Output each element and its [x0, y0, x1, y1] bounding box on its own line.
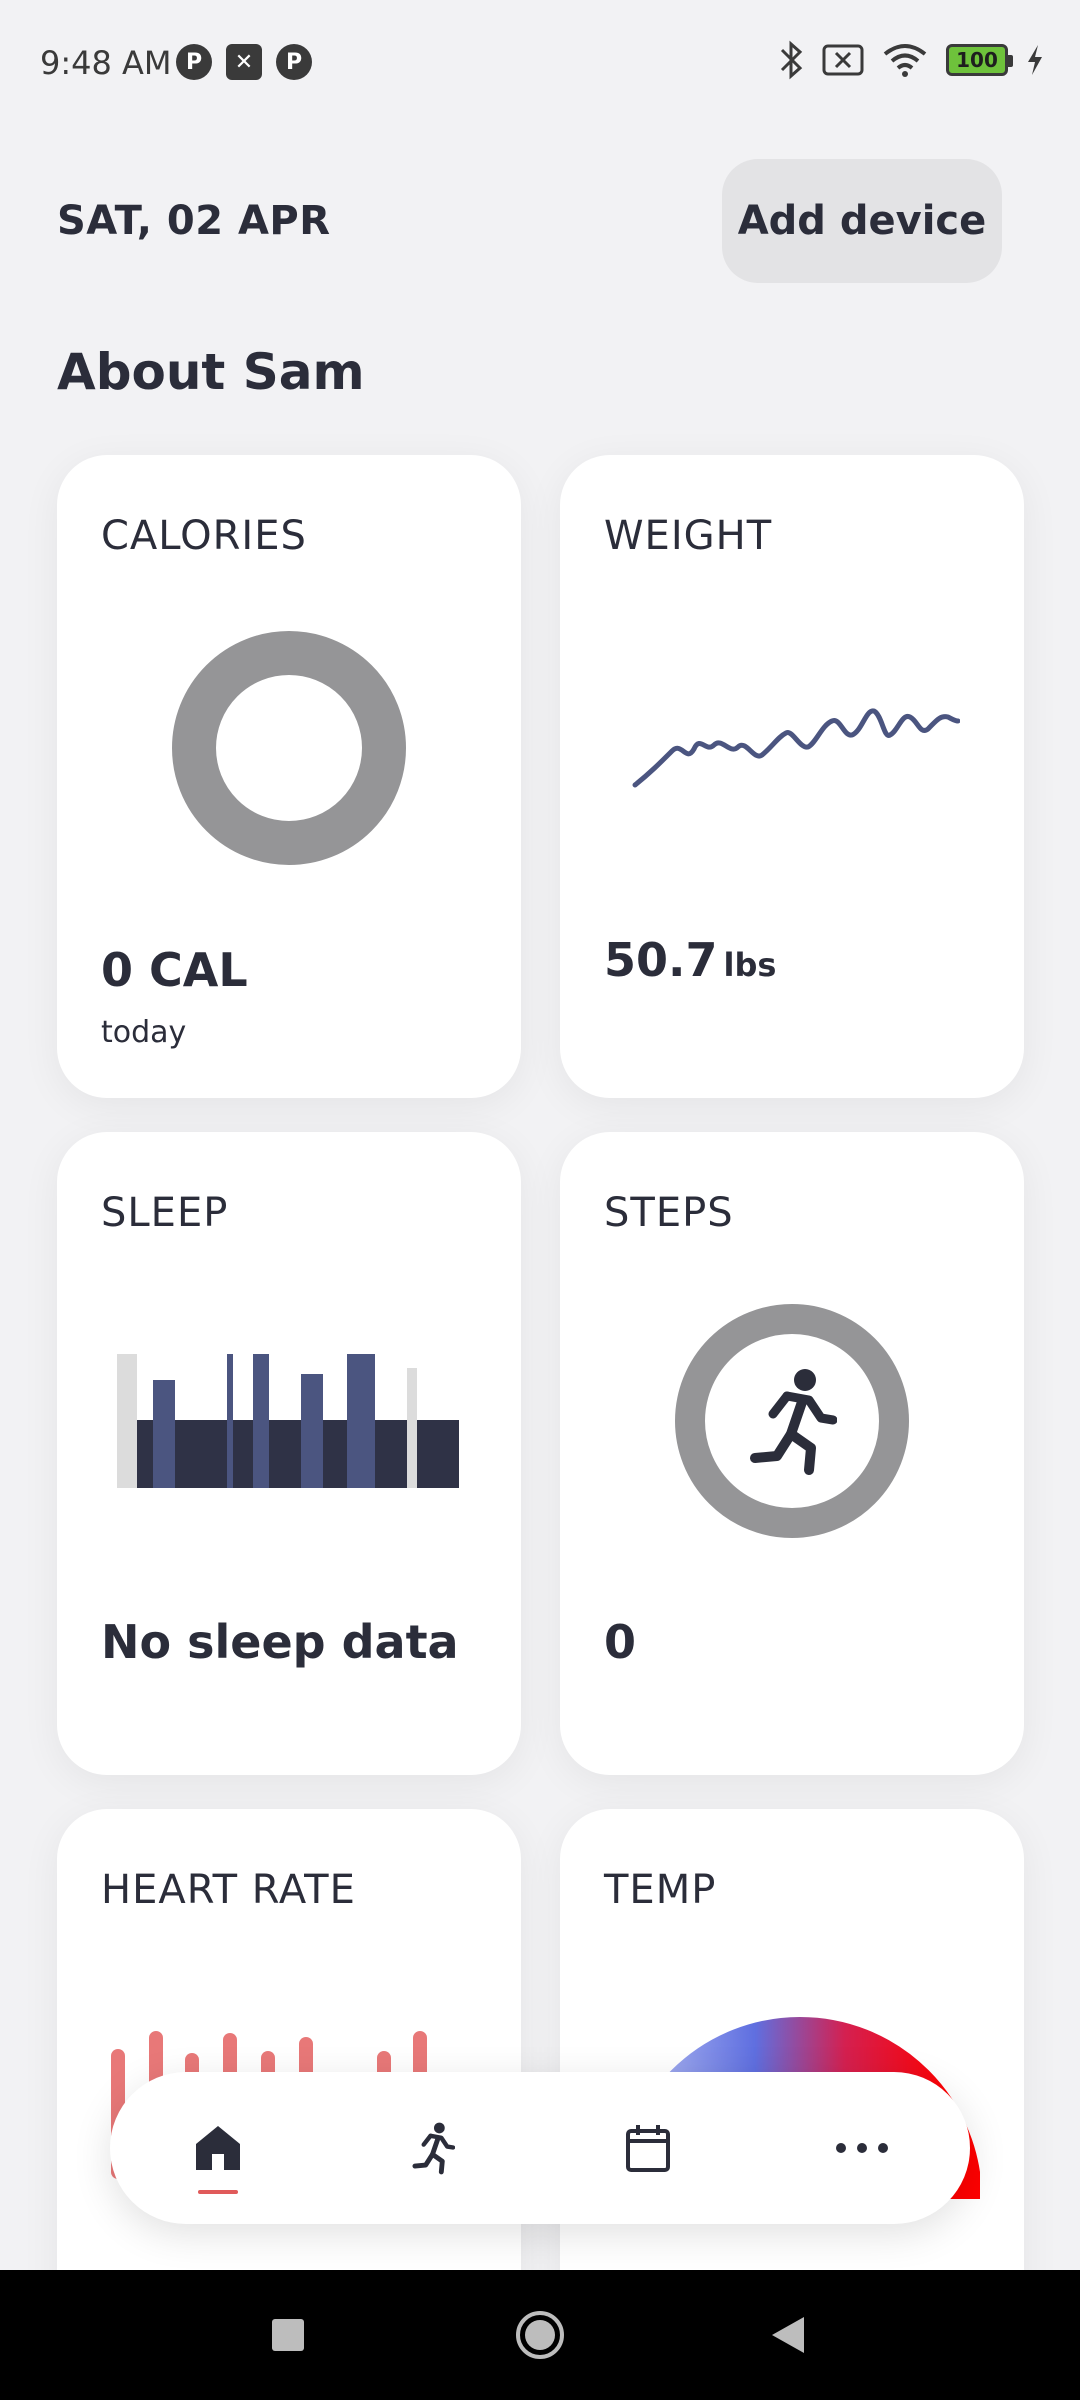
add-device-button[interactable]: Add device	[722, 159, 1002, 283]
calories-title: CALORIES	[101, 513, 307, 559]
image-icon: ✕	[226, 44, 262, 80]
steps-value: 0	[604, 1615, 637, 1669]
running-person-icon	[750, 1369, 837, 1475]
recents-button[interactable]	[248, 2295, 328, 2375]
sleep-chart	[117, 1354, 459, 1488]
home-button[interactable]	[500, 2295, 580, 2375]
active-tab-indicator	[198, 2190, 238, 2194]
nav-activity[interactable]	[373, 2072, 493, 2224]
weight-card[interactable]: WEIGHT 50.7 lbs	[560, 455, 1024, 1098]
steps-card[interactable]: STEPS 0	[560, 1132, 1024, 1775]
temp-title: TEMP	[604, 1867, 717, 1913]
weight-value-row: 50.7 lbs	[604, 933, 776, 987]
heart-rate-title: HEART RATE	[101, 1867, 356, 1913]
system-status-icons: 100	[778, 40, 1044, 80]
battery-level: 100	[956, 48, 998, 72]
calories-card[interactable]: CALORIES 0 CAL today	[57, 455, 521, 1098]
app-notification-icon: P	[276, 44, 312, 80]
calories-sub: today	[101, 1015, 187, 1050]
weight-title: WEIGHT	[604, 513, 773, 559]
system-navigation-bar	[0, 2270, 1080, 2400]
calendar-icon	[626, 2125, 670, 2172]
charging-icon	[1028, 45, 1042, 75]
status-time: 9:48 AM	[40, 44, 172, 82]
notification-icons: P ✕ P	[176, 44, 312, 80]
wifi-icon	[883, 44, 927, 77]
nav-home[interactable]	[158, 2072, 278, 2224]
home-icon	[196, 2126, 240, 2170]
circle-icon	[516, 2311, 564, 2359]
sleep-value: No sleep data	[101, 1615, 459, 1669]
sim-off-icon	[822, 44, 864, 76]
steps-ring-chart	[675, 1304, 909, 1538]
more-icon	[836, 2143, 888, 2153]
back-button[interactable]	[748, 2295, 828, 2375]
sleep-card[interactable]: SLEEP No sleep data	[57, 1132, 521, 1775]
calories-donut-chart	[172, 631, 406, 865]
nav-more[interactable]	[802, 2072, 922, 2224]
app-notification-icon: P	[176, 44, 212, 80]
bluetooth-icon	[780, 40, 803, 80]
back-triangle-icon	[772, 2317, 804, 2353]
weight-trend-chart	[632, 708, 960, 788]
square-icon	[272, 2319, 304, 2351]
section-title: About Sam	[57, 343, 365, 401]
activity-icon	[412, 2122, 455, 2175]
weight-value: 50.7	[604, 933, 718, 987]
bottom-navigation	[110, 2072, 970, 2224]
status-bar: 9:48 AM P ✕ P 100	[0, 0, 1080, 130]
weight-unit: lbs	[723, 946, 777, 984]
battery-icon: 100	[946, 44, 1013, 76]
sleep-title: SLEEP	[101, 1190, 229, 1236]
calories-value: 0 CAL	[101, 943, 248, 997]
nav-calendar[interactable]	[588, 2072, 708, 2224]
steps-title: STEPS	[604, 1190, 734, 1236]
date-label: SAT, 02 APR	[57, 198, 331, 244]
